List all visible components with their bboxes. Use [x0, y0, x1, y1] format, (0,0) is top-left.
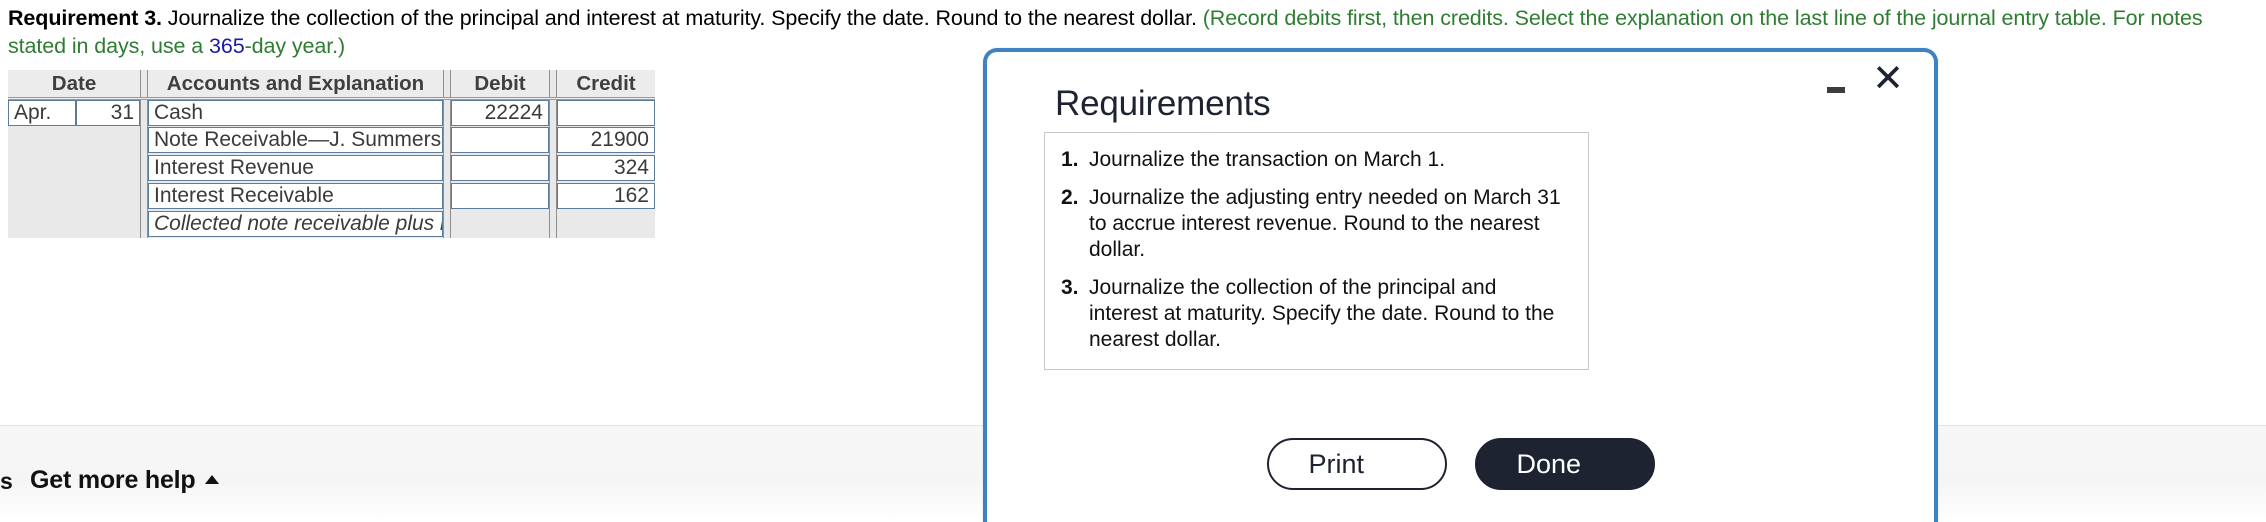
modal-actions: Print Done	[987, 438, 1934, 490]
row-separator-1	[140, 154, 148, 182]
date-day-input[interactable]: 31	[76, 100, 140, 126]
header-separator-1	[140, 70, 148, 100]
row-separator-3	[549, 154, 557, 182]
list-item: 2. Journalize the adjusting entry needed…	[1055, 185, 1570, 263]
column-header-accounts: Accounts and Explanation	[147, 70, 444, 100]
account-cell: Interest Receivable	[147, 182, 444, 210]
account-input[interactable]: Note Receivable—J. Summers	[148, 127, 443, 153]
account-input[interactable]: Interest Revenue	[148, 155, 443, 181]
debit-input[interactable]	[451, 155, 549, 181]
row-separator-1	[140, 182, 148, 210]
app-root: Requirement 3. Journalize the collection…	[0, 0, 2266, 522]
row-separator-2	[443, 182, 451, 210]
credit-input[interactable]	[557, 100, 655, 126]
date-month-cell-empty	[8, 182, 76, 210]
date-day-cell: 31	[76, 98, 141, 126]
column-header-date: Date	[8, 70, 141, 100]
credit-cell-empty	[556, 210, 655, 238]
requirements-list: 1. Journalize the transaction on March 1…	[1044, 132, 1589, 370]
row-separator-1	[140, 210, 148, 238]
credit-cell: 21900	[556, 126, 655, 154]
row-separator-3	[549, 182, 557, 210]
column-header-credit: Credit	[556, 70, 655, 100]
header-separator-3	[549, 70, 557, 100]
help-truncated-label: s	[0, 468, 13, 494]
date-day-cell-empty	[76, 210, 141, 238]
credit-cell: 324	[556, 154, 655, 182]
requirements-modal: Requirements ✕ 1. Journalize the transac…	[983, 48, 1938, 522]
credit-input[interactable]: 324	[557, 155, 655, 181]
column-header-debit: Debit	[450, 70, 550, 100]
date-month-cell-empty	[8, 210, 76, 238]
date-month-input[interactable]: Apr.	[8, 100, 76, 126]
row-separator-3	[549, 210, 557, 238]
table-row: Apr. 31 Cash 22224	[8, 98, 655, 126]
date-day-cell-empty	[76, 154, 141, 182]
list-item: 3. Journalize the collection of the prin…	[1055, 275, 1570, 353]
caret-up-icon	[204, 474, 219, 484]
credit-input[interactable]: 162	[557, 183, 655, 209]
credit-input[interactable]: 21900	[557, 127, 655, 153]
requirement-text: Journalize the collection of the princip…	[1089, 276, 1555, 351]
get-more-help-label: Get more help	[30, 466, 196, 494]
requirement-number: 2.	[1061, 186, 1079, 209]
row-separator-2	[443, 210, 451, 238]
requirement-hint-days: 365	[208, 34, 245, 58]
done-button[interactable]: Done	[1474, 438, 1655, 490]
account-input[interactable]: Cash	[148, 100, 443, 126]
journal-header-row: Date Accounts and Explanation Debit Cred…	[8, 70, 655, 100]
credit-cell	[556, 98, 655, 126]
explanation-cell: Collected note receivable plus interest.	[147, 210, 444, 238]
date-month-cell-empty	[8, 154, 76, 182]
account-input[interactable]: Interest Receivable	[148, 183, 443, 209]
close-icon[interactable]: ✕	[1872, 60, 1904, 98]
row-separator-1	[140, 98, 148, 126]
print-button[interactable]: Print	[1266, 438, 1447, 490]
explanation-select[interactable]: Collected note receivable plus interest.	[148, 211, 443, 237]
requirement-instruction: Journalize the collection of the princip…	[161, 6, 1203, 30]
table-row: Note Receivable—J. Summers 21900	[8, 126, 655, 154]
debit-cell: 22224	[450, 98, 550, 126]
date-month-cell-empty	[8, 126, 76, 154]
requirement-text: Journalize the adjusting entry needed on…	[1089, 186, 1561, 261]
account-cell: Note Receivable—J. Summers	[147, 126, 444, 154]
requirement-text: Journalize the transaction on March 1.	[1089, 148, 1446, 171]
debit-cell	[450, 126, 550, 154]
credit-cell: 162	[556, 182, 655, 210]
account-cell: Interest Revenue	[147, 154, 444, 182]
row-separator-3	[549, 98, 557, 126]
account-cell: Cash	[147, 98, 444, 126]
list-item: 1. Journalize the transaction on March 1…	[1055, 147, 1570, 173]
table-row: Interest Receivable 162	[8, 182, 655, 210]
date-day-cell-empty	[76, 126, 141, 154]
row-separator-2	[443, 126, 451, 154]
date-day-cell-empty	[76, 182, 141, 210]
requirement-number: 3.	[1061, 276, 1079, 299]
get-more-help-button[interactable]: Get more help	[30, 466, 219, 495]
debit-input[interactable]: 22224	[451, 100, 549, 126]
table-row: Interest Revenue 324	[8, 154, 655, 182]
header-separator-2	[443, 70, 451, 100]
row-separator-2	[443, 154, 451, 182]
date-month-cell: Apr.	[8, 98, 76, 126]
row-separator-2	[443, 98, 451, 126]
table-row-explanation: Collected note receivable plus interest.	[8, 210, 655, 238]
requirement-number: 1.	[1061, 148, 1079, 171]
debit-input[interactable]	[451, 183, 549, 209]
debit-cell-empty	[450, 210, 550, 238]
requirement-label: Requirement 3.	[8, 6, 162, 30]
minimize-bar	[1827, 87, 1845, 93]
modal-title: Requirements	[1055, 84, 1271, 123]
journal-entry-table: Date Accounts and Explanation Debit Cred…	[8, 70, 655, 238]
debit-cell	[450, 182, 550, 210]
row-separator-1	[140, 126, 148, 154]
debit-cell	[450, 154, 550, 182]
requirement-hint-part2: -day year.)	[244, 34, 346, 58]
debit-input[interactable]	[451, 127, 549, 153]
row-separator-3	[549, 126, 557, 154]
minimize-icon[interactable]	[1824, 74, 1850, 100]
